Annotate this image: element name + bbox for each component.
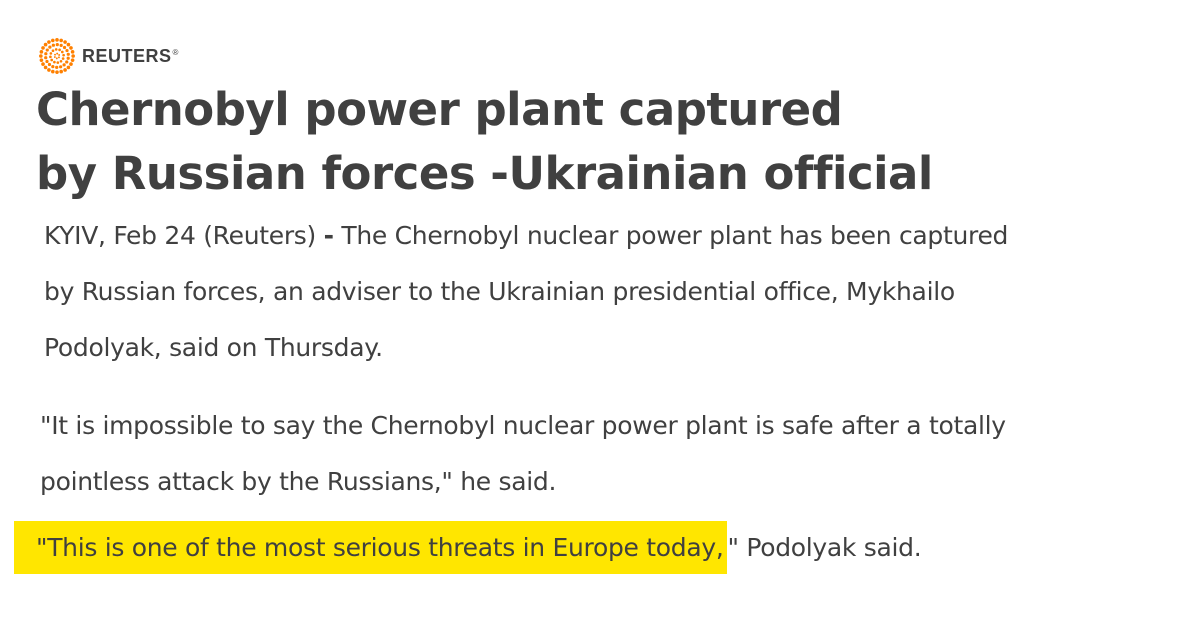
logo-dot [55,38,59,42]
logo-dot [39,50,44,54]
logo-dot [49,55,52,59]
logo-dot [58,48,61,52]
logo-dot [70,58,75,62]
reuters-dot-ring-icon [39,38,75,74]
logo-dot [66,65,71,70]
logo-dot [65,48,69,53]
headline-line-1: Chernobyl power plant captured [36,83,843,136]
logo-dot [39,54,43,58]
logo-dot [47,62,52,67]
logo-dot [59,43,63,48]
logo-dot [63,68,67,72]
registered-mark: ® [172,47,179,57]
logo-dot [59,38,63,43]
logo-dot [55,57,58,60]
paragraph-1-line-1-text: The Chernobyl nuclear power plant has be… [341,221,1009,250]
logo-dot [56,52,59,55]
logo-dot [41,46,45,50]
article-headline: Chernobyl power plant captured by Russia… [36,78,1036,206]
logo-dot [44,52,48,56]
logo-dot [59,59,63,63]
logo-dot [62,45,67,50]
logo-dot [54,48,58,51]
logo-dot [59,65,63,69]
logo-dot [54,53,56,56]
paragraph-1-line-2: by Russian forces, an adviser to the Ukr… [44,277,955,306]
paragraph-1-line-3: Podolyak, said on Thursday. [44,333,383,362]
logo-dot [44,56,48,60]
logo-dot [61,57,65,60]
logo-dot [45,48,49,52]
quote-attribution: " Podolyak said. [727,533,922,562]
logo-dot [51,38,55,43]
logo-dot [48,45,52,49]
logo-dot [69,62,73,66]
paragraph-2-line-1: "It is impossible to say the Chernobyl n… [40,411,1006,440]
logo-dot [51,43,55,47]
logo-dot [47,68,51,72]
headline-line-2: by Russian forces -Ukrainian official [36,147,933,200]
logo-dot [66,52,70,56]
logo-dot [69,46,73,50]
logo-dot [60,50,64,54]
logo-dot [53,60,56,64]
paragraph-1-line-1: KYIV, Feb 24 (Reuters) - The Chernobyl n… [44,208,1184,264]
logo-dot [51,64,55,69]
logo-dot [41,62,45,66]
logo-dot [58,56,60,59]
logo-dot [56,61,60,64]
logo-dot [55,70,59,74]
logo-dot [66,42,71,47]
dateline-dash: - [323,221,334,250]
logo-dot [50,58,54,62]
logo-dot [43,42,48,47]
article-paragraph-2: "It is impossible to say the Chernobyl n… [40,398,1180,510]
logo-dot [58,54,61,56]
dateline: KYIV, Feb 24 (Reuters) [44,221,316,250]
highlighted-quote: "This is one of the most serious threats… [14,521,728,574]
logo-dot [51,69,55,74]
logo-dot [55,42,59,47]
paragraph-2-line-2: pointless attack by the Russians," he sa… [40,467,557,496]
logo-dot [65,60,69,64]
logo-dot [47,40,51,44]
logo-dot [66,56,70,60]
logo-dot [51,49,55,53]
logo-dot [71,54,75,58]
logo-dot [63,40,67,44]
logo-dot [62,53,65,57]
logo-dot [62,63,66,67]
logo-dot [43,65,48,70]
logo-dot [49,52,53,55]
brand-name: REUTERS® [82,45,179,66]
logo-dot [45,59,49,64]
logo-dot [39,58,44,62]
reuters-logo: REUTERS® [38,38,179,74]
logo-dot [53,56,56,58]
paragraph-3-line-1: "This is one of the most serious threats… [14,520,1176,576]
logo-dot [55,65,59,70]
article-paragraph-3: "This is one of the most serious threats… [14,520,1176,576]
article-paragraph-1: KYIV, Feb 24 (Reuters) - The Chernobyl n… [44,208,1184,376]
logo-dot [59,69,63,74]
logo-dot [70,50,75,54]
